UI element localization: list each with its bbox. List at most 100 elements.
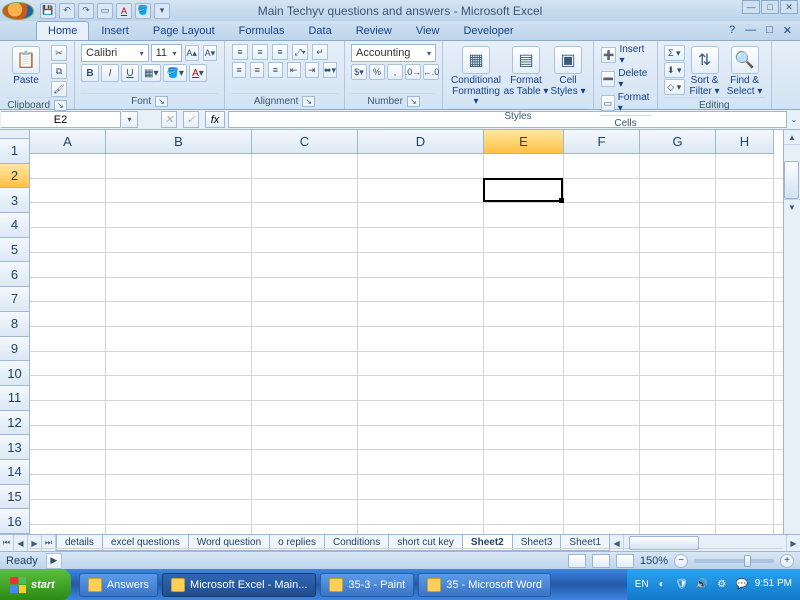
row-header[interactable]: 12 — [0, 411, 30, 436]
row-header[interactable]: 13 — [0, 435, 30, 460]
border-button[interactable]: ▦▾ — [141, 64, 161, 82]
zoom-in-button[interactable]: + — [780, 554, 794, 568]
tab-formulas[interactable]: Formulas — [227, 21, 297, 40]
redo-icon[interactable]: ↷ — [78, 3, 94, 19]
taskbar-item[interactable]: Microsoft Excel - Main... — [162, 573, 316, 597]
align-top-icon[interactable]: ≡ — [232, 44, 248, 60]
number-launcher[interactable]: ↘ — [407, 96, 420, 107]
page-break-view-icon[interactable] — [616, 554, 634, 568]
italic-button[interactable]: I — [101, 64, 119, 82]
close-button[interactable]: ✕ — [780, 0, 798, 14]
column-header[interactable]: C — [252, 130, 358, 154]
new-icon[interactable]: ▭ — [97, 3, 113, 19]
align-bottom-icon[interactable]: ≡ — [272, 44, 288, 60]
tray-icon[interactable]: 🔊 — [695, 578, 709, 592]
font-color-button[interactable]: A▾ — [189, 64, 207, 82]
language-indicator[interactable]: EN — [635, 578, 649, 592]
bold-button[interactable]: B — [81, 64, 99, 82]
cancel-formula-icon[interactable]: ✕ — [161, 111, 177, 128]
row-header[interactable]: 9 — [0, 337, 30, 362]
column-header[interactable]: G — [640, 130, 716, 154]
doc-restore-icon[interactable]: □ — [766, 24, 773, 37]
scroll-thumb[interactable] — [784, 161, 799, 199]
format-cells-icon[interactable]: ▭ — [601, 95, 615, 111]
align-left-icon[interactable]: ≡ — [232, 62, 246, 78]
scroll-left-icon[interactable]: ◀ — [610, 535, 624, 551]
number-format-select[interactable]: Accounting▾ — [351, 44, 436, 62]
increase-indent-icon[interactable]: ⇥ — [305, 62, 319, 78]
tray-icon[interactable]: ⚙ — [715, 578, 729, 592]
column-header[interactable]: A — [30, 130, 106, 154]
clear-button[interactable]: ◇ ▾ — [664, 79, 685, 95]
row-header[interactable]: 6 — [0, 262, 30, 287]
zoom-slider[interactable] — [694, 559, 774, 563]
delete-cells-button[interactable]: Delete ▾ — [618, 68, 651, 90]
taskbar-item[interactable]: 35-3 - Paint — [320, 573, 414, 597]
expand-formula-bar-icon[interactable]: ⌄ — [788, 110, 800, 129]
merge-center-icon[interactable]: ⬌▾ — [323, 62, 337, 78]
tab-data[interactable]: Data — [296, 21, 343, 40]
shrink-font-icon[interactable]: A▾ — [203, 45, 217, 61]
format-cells-button[interactable]: Format ▾ — [618, 92, 651, 114]
copy-icon[interactable]: ⧉ — [51, 63, 67, 79]
zoom-level[interactable]: 150% — [640, 555, 668, 567]
cells-area[interactable] — [30, 154, 783, 534]
column-header[interactable]: B — [106, 130, 252, 154]
column-header[interactable]: D — [358, 130, 484, 154]
cell-styles-button[interactable]: ▣ Cell Styles ▾ — [549, 43, 587, 108]
prev-sheet-icon[interactable]: ◀ — [14, 535, 28, 551]
wrap-text-icon[interactable]: ↵ — [312, 44, 328, 60]
column-header[interactable]: E — [484, 130, 564, 154]
help-icon[interactable]: ? — [729, 24, 735, 37]
sort-filter-button[interactable]: ⇅ Sort & Filter ▾ — [685, 43, 725, 97]
first-sheet-icon[interactable]: ⏮ — [0, 535, 14, 551]
save-icon[interactable]: 💾 — [40, 3, 56, 19]
macro-record-icon[interactable]: ▶ — [46, 553, 62, 569]
select-all-corner[interactable] — [0, 130, 30, 139]
align-middle-icon[interactable]: ≡ — [252, 44, 268, 60]
insert-function-button[interactable]: fx — [205, 111, 225, 128]
scroll-right-icon[interactable]: ▶ — [786, 535, 800, 551]
row-header[interactable]: 1 — [0, 139, 30, 164]
tab-page-layout[interactable]: Page Layout — [141, 21, 227, 40]
minimize-button[interactable]: — — [742, 0, 760, 14]
decrease-indent-icon[interactable]: ⇤ — [287, 62, 301, 78]
taskbar-item[interactable]: 35 - Microsoft Word — [418, 573, 551, 597]
align-center-icon[interactable]: ≡ — [250, 62, 264, 78]
scroll-down-icon[interactable]: ▼ — [784, 199, 800, 214]
vertical-scrollbar[interactable]: ▲ ▼ — [783, 130, 800, 534]
tray-icon[interactable]: 💬 — [735, 578, 749, 592]
column-header[interactable]: H — [716, 130, 774, 154]
find-select-button[interactable]: 🔍 Find & Select ▾ — [725, 43, 765, 97]
tab-home[interactable]: Home — [36, 21, 89, 40]
font-name-select[interactable]: Calibri▾ — [81, 44, 149, 62]
fill-color-icon[interactable]: 🪣 — [135, 3, 151, 19]
row-header[interactable]: 5 — [0, 238, 30, 263]
autosum-button[interactable]: Σ ▾ — [664, 45, 685, 61]
font-size-select[interactable]: 11▾ — [151, 44, 182, 62]
hscroll-thumb[interactable] — [629, 536, 699, 550]
row-header[interactable]: 2 — [0, 164, 30, 189]
percent-button[interactable]: % — [369, 64, 385, 80]
clipboard-launcher[interactable]: ↘ — [54, 100, 67, 111]
tab-review[interactable]: Review — [344, 21, 404, 40]
fill-button[interactable]: ⬇ ▾ — [664, 62, 685, 78]
align-right-icon[interactable]: ≡ — [268, 62, 282, 78]
format-as-table-button[interactable]: ▤ Format as Table ▾ — [503, 43, 549, 108]
maximize-button[interactable]: □ — [761, 0, 779, 14]
start-button[interactable]: start — [0, 569, 71, 600]
active-cell[interactable] — [483, 178, 563, 203]
name-box[interactable]: E2 — [1, 111, 121, 128]
underline-button[interactable]: U — [121, 64, 139, 82]
zoom-out-button[interactable]: − — [674, 554, 688, 568]
row-header[interactable]: 8 — [0, 312, 30, 337]
row-header[interactable]: 4 — [0, 213, 30, 238]
enter-formula-icon[interactable]: ✓ — [183, 111, 199, 128]
undo-icon[interactable]: ↶ — [59, 3, 75, 19]
tab-developer[interactable]: Developer — [451, 21, 525, 40]
normal-view-icon[interactable] — [568, 554, 586, 568]
row-header[interactable]: 3 — [0, 188, 30, 213]
column-header[interactable]: F — [564, 130, 640, 154]
font-launcher[interactable]: ↘ — [155, 96, 168, 107]
insert-cells-icon[interactable]: ➕ — [601, 47, 616, 63]
